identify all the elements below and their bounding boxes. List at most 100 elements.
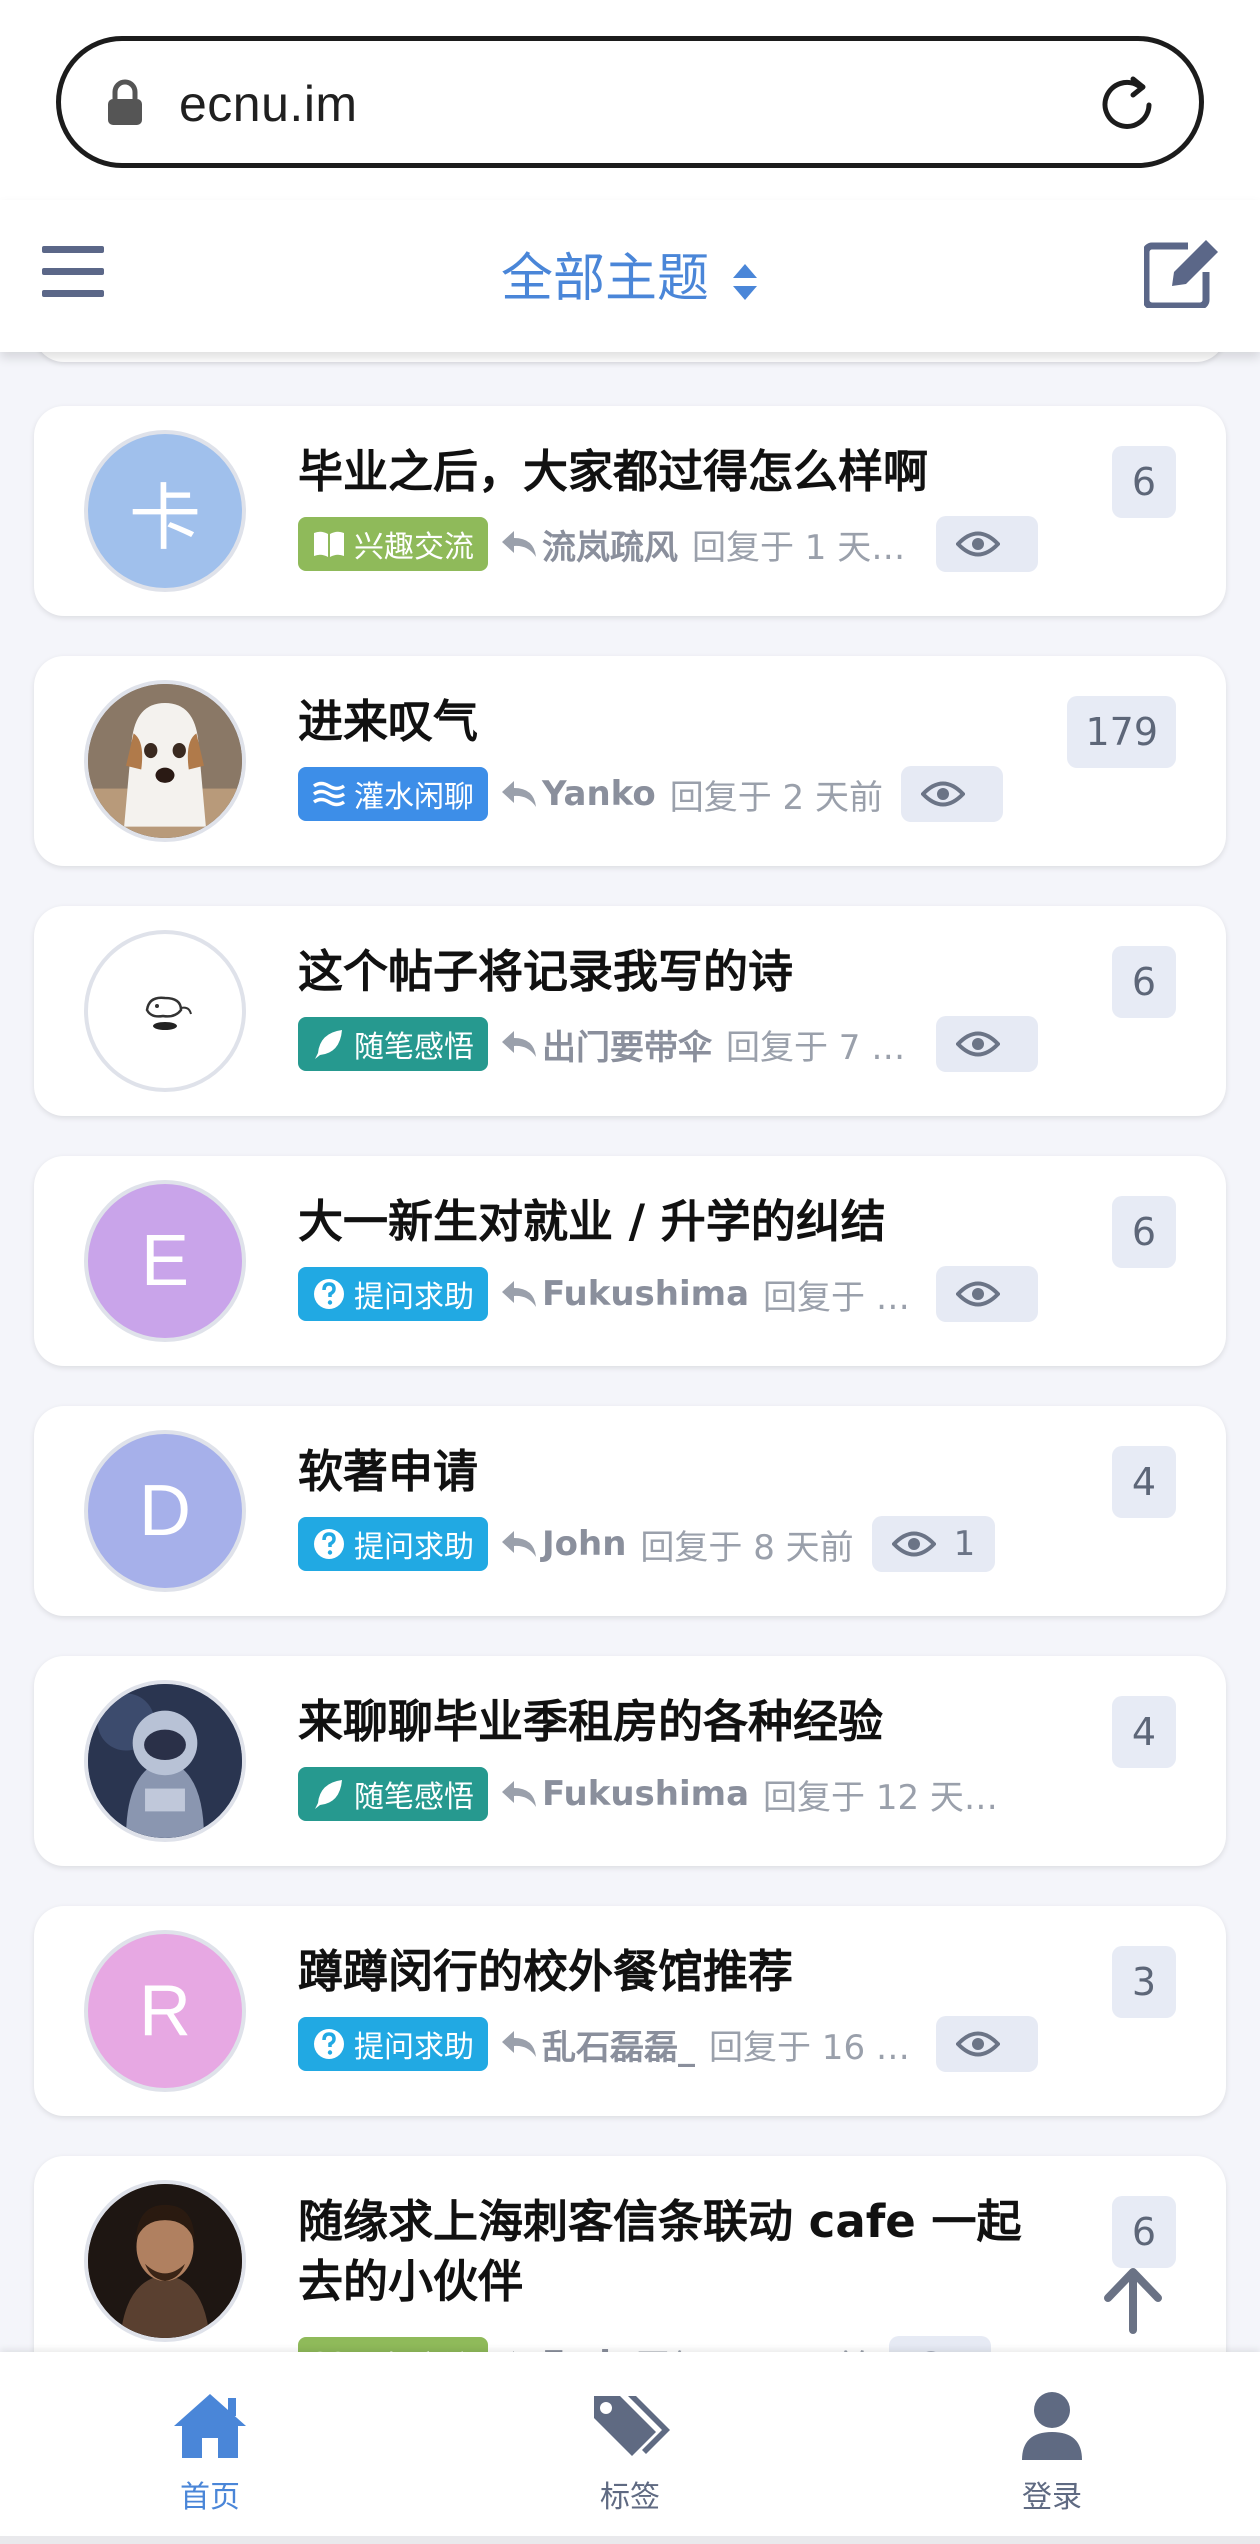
reply-icon	[502, 1031, 536, 1057]
scroll-to-top-icon[interactable]	[1098, 2264, 1168, 2334]
tag-label: 提问求助	[354, 2030, 474, 2065]
topic-card[interactable]: 卡 毕业之后，大家都过得怎么样啊 兴趣交流 流岚疏风 回复于 1 天前… 6	[34, 406, 1226, 616]
last-reply-user[interactable]: 乱石磊磊_	[542, 2020, 695, 2069]
topic-title[interactable]: 进来叹气	[298, 692, 1038, 752]
tag-badge[interactable]: 随笔感悟	[298, 1767, 488, 1821]
topic-title[interactable]: 蹲蹲闵行的校外餐馆推荐	[298, 1942, 1038, 2002]
address-bar[interactable]: ecnu.im	[56, 36, 1204, 168]
last-reply-user[interactable]: Fukushima	[542, 1774, 749, 1814]
topic-meta: 灌水闲聊 Yanko 回复于 2 天前	[298, 766, 1038, 822]
topic-meta: 随笔感悟 出门要带伞 回复于 7 天…	[298, 1016, 1038, 1072]
topic-card[interactable]: 进来叹气 灌水闲聊 Yanko 回复于 2 天前 179	[34, 656, 1226, 866]
question-icon	[314, 1279, 344, 1309]
waves-icon	[312, 781, 346, 807]
tag-badge[interactable]: 提问求助	[298, 1517, 488, 1571]
avatar[interactable]: R	[84, 1930, 246, 2092]
eye-icon	[956, 1031, 1000, 1057]
tag-badge[interactable]: 提问求助	[298, 2017, 488, 2071]
nav-item-tags[interactable]: 标签	[550, 2390, 710, 2516]
reply-icon	[502, 781, 536, 807]
compose-icon[interactable]	[1144, 236, 1222, 308]
last-reply-user[interactable]: Fukushima	[542, 1274, 749, 1314]
avatar[interactable]	[84, 2180, 246, 2342]
tag-badge[interactable]: 兴趣交流	[298, 2337, 488, 2352]
views-badge	[936, 516, 1038, 572]
last-reply-time: 回复于 8 天…	[763, 1277, 918, 1318]
nav-item-home[interactable]: 首页	[130, 2390, 290, 2516]
browser-toolbar: ecnu.im	[0, 0, 1260, 200]
tag-label: 提问求助	[354, 1280, 474, 1315]
last-reply-time: 回复于 8 天前	[640, 1527, 854, 1568]
tag-label: 提问求助	[354, 1530, 474, 1565]
avatar[interactable]	[84, 930, 246, 1092]
bottom-navigation: 首页 标签 登录	[0, 2352, 1260, 2544]
last-reply-time: 回复于 2 天前	[669, 777, 883, 818]
last-reply-time: 回复于 16 天…	[709, 2027, 918, 2068]
topic-card[interactable]: 随缘求上海刺客信条联动 cafe 一起去的小伙伴 兴趣交流 F…k 回复于 17…	[34, 2156, 1226, 2352]
avatar[interactable]	[84, 1680, 246, 1842]
topic-card[interactable]: D 软著申请 提问求助 John 回复于 8 天前 1 4	[34, 1406, 1226, 1616]
reply-count: 4	[1112, 1696, 1176, 1768]
reply-icon	[502, 1281, 536, 1307]
tag-badge[interactable]: 提问求助	[298, 1267, 488, 1321]
reply-count: 179	[1067, 696, 1176, 768]
reply-count: 6	[1112, 446, 1176, 518]
topic-card[interactable]: E 大一新生对就业 / 升学的纠结 提问求助 Fukushima 回复于 8 天…	[34, 1156, 1226, 1366]
eye-icon	[956, 531, 1000, 557]
last-reply-user[interactable]: Yanko	[542, 774, 656, 814]
reply-icon	[502, 2031, 536, 2057]
last-reply-user[interactable]: 出门要带伞	[542, 1020, 712, 1069]
tag-badge[interactable]: 兴趣交流	[298, 517, 488, 571]
avatar[interactable]: E	[84, 1180, 246, 1342]
topic-title[interactable]: 大一新生对就业 / 升学的纠结	[298, 1192, 1038, 1252]
topic-title[interactable]: 毕业之后，大家都过得怎么样啊	[298, 442, 1038, 502]
topic-card[interactable]: 来聊聊毕业季租房的各种经验 随笔感悟 Fukushima 回复于 12 天… 4	[34, 1656, 1226, 1866]
system-nav-bar	[0, 2536, 1260, 2544]
app-header: 全部主题	[0, 200, 1260, 352]
reload-icon[interactable]	[1093, 71, 1161, 139]
reply-icon	[502, 531, 536, 557]
topic-card[interactable]: R 蹲蹲闵行的校外餐馆推荐 提问求助 乱石磊磊_ 回复于 16 天… 3	[34, 1906, 1226, 2116]
tag-label: 灌水闲聊	[354, 780, 474, 815]
nav-label-tags: 标签	[600, 2480, 660, 2515]
last-reply-user[interactable]: F…k	[542, 2344, 622, 2352]
topic-meta: 提问求助 乱石磊磊_ 回复于 16 天…	[298, 2016, 1038, 2072]
topic-meta: 兴趣交流 流岚疏风 回复于 1 天前…	[298, 516, 1038, 572]
last-reply-user[interactable]: 流岚疏风	[542, 520, 678, 569]
nav-item-login[interactable]: 登录	[972, 2390, 1132, 2516]
reply-count: 4	[1112, 1446, 1176, 1518]
topic-title[interactable]: 这个帖子将记录我写的诗	[298, 942, 1038, 1002]
tag-label: 兴趣交流	[354, 2342, 474, 2352]
question-icon	[314, 2029, 344, 2059]
topic-filter-dropdown[interactable]: 全部主题	[0, 236, 1260, 311]
eye-icon	[891, 1531, 936, 1557]
tags-icon	[594, 2396, 670, 2456]
nav-label-login: 登录	[1022, 2480, 1082, 2515]
last-reply-time: 回复于 17 天前	[636, 2340, 871, 2353]
avatar[interactable]	[84, 680, 246, 842]
views-badge	[900, 766, 1003, 822]
avatar[interactable]: 卡	[84, 430, 246, 592]
views-badge: 1	[871, 1516, 996, 1572]
topic-card[interactable]: 这个帖子将记录我写的诗 随笔感悟 出门要带伞 回复于 7 天… 6	[34, 906, 1226, 1116]
topic-meta: 兴趣交流 F…k 回复于 17 天前	[298, 2336, 1038, 2352]
tag-badge[interactable]: 随笔感悟	[298, 1017, 488, 1071]
views-badge	[936, 2016, 1038, 2072]
last-reply-time: 回复于 1 天前…	[692, 527, 918, 568]
assassin-avatar-image	[88, 2184, 242, 2338]
eye-icon	[956, 2031, 1000, 2057]
topic-title[interactable]: 软著申请	[298, 1442, 1038, 1502]
last-reply-time: 回复于 12 天…	[763, 1777, 998, 1818]
last-reply-user[interactable]: John	[542, 1524, 626, 1564]
mouse-doodle-avatar-image	[145, 996, 192, 1030]
reply-count: 3	[1112, 1946, 1176, 2018]
views-badge	[936, 1016, 1038, 1072]
question-icon	[314, 1529, 344, 1559]
avatar[interactable]: D	[84, 1430, 246, 1592]
topic-title[interactable]: 来聊聊毕业季租房的各种经验	[298, 1692, 1038, 1752]
eye-icon	[956, 1281, 1000, 1307]
page-title: 全部主题	[500, 249, 709, 309]
tag-badge[interactable]: 灌水闲聊	[298, 767, 488, 821]
feather-icon	[315, 1780, 342, 1809]
topic-title[interactable]: 随缘求上海刺客信条联动 cafe 一起去的小伙伴	[298, 2192, 1038, 2312]
